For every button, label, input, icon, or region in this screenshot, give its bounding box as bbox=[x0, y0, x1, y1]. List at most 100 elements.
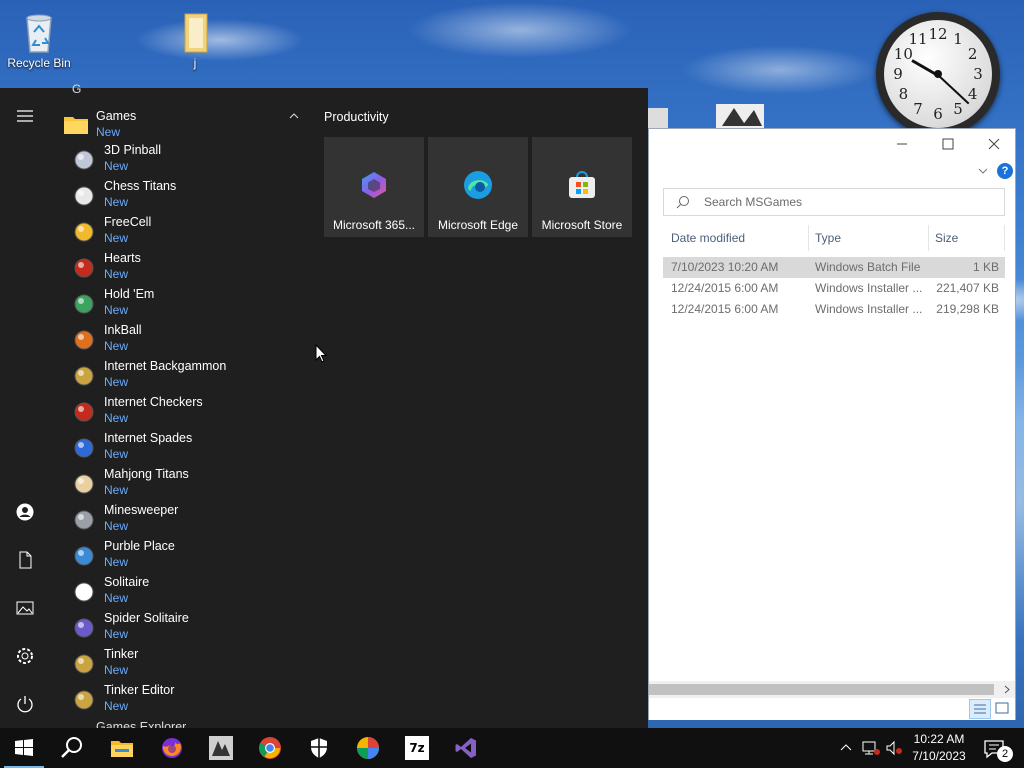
help-icon[interactable]: ? bbox=[997, 163, 1013, 179]
letter-header[interactable]: G bbox=[72, 82, 81, 96]
search-placeholder: Search MSGames bbox=[704, 195, 803, 209]
scroll-right-icon[interactable] bbox=[1003, 684, 1011, 695]
file-explorer-window[interactable]: ? Search MSGames Date modified Type Size… bbox=[648, 128, 1016, 720]
tinker-taskbar-button[interactable] bbox=[197, 728, 245, 768]
volume-muted-icon[interactable] bbox=[885, 740, 903, 759]
app-icon bbox=[72, 580, 96, 604]
table-row[interactable]: 12/24/2015 6:00 AM Windows Installer ...… bbox=[663, 299, 1005, 320]
column-type[interactable]: Type bbox=[809, 225, 929, 251]
app-name: Tinker bbox=[104, 647, 139, 661]
background-window-edge bbox=[648, 108, 668, 128]
app-icon bbox=[72, 220, 96, 244]
app-item[interactable]: Internet Spades New bbox=[56, 430, 306, 466]
app-name: Hearts bbox=[104, 251, 141, 265]
start-menu[interactable]: G Games New 3D Pinball New Chess Titans New… bbox=[0, 82, 648, 728]
edge-icon bbox=[464, 171, 492, 199]
app-item[interactable]: Mahjong Titans New bbox=[56, 466, 306, 502]
app-item[interactable]: Tinker Editor New bbox=[56, 682, 306, 718]
table-row[interactable]: 12/24/2015 6:00 AM Windows Installer ...… bbox=[663, 278, 1005, 299]
details-view-icon[interactable] bbox=[969, 699, 991, 719]
new-badge: New bbox=[96, 125, 121, 139]
games-taskbar-button[interactable] bbox=[344, 728, 392, 768]
new-badge: New bbox=[104, 447, 129, 461]
action-center-button[interactable]: 2 bbox=[980, 736, 1016, 762]
column-size[interactable]: Size bbox=[929, 225, 1005, 251]
app-item[interactable]: Tinker New bbox=[56, 646, 306, 682]
app-item[interactable]: Internet Checkers New bbox=[56, 394, 306, 430]
app-name: Tinker Editor bbox=[104, 683, 175, 697]
app-name: 3D Pinball bbox=[104, 143, 161, 157]
mouse-cursor-icon bbox=[315, 344, 327, 363]
horizontal-scrollbar[interactable] bbox=[649, 681, 1015, 698]
firefox-icon bbox=[162, 738, 182, 758]
app-item[interactable]: Solitaire New bbox=[56, 574, 306, 610]
search-input[interactable]: Search MSGames bbox=[663, 188, 1005, 216]
windows-security-taskbar-button[interactable] bbox=[295, 728, 343, 768]
chevron-up-icon[interactable] bbox=[288, 112, 300, 120]
documents-button[interactable] bbox=[0, 538, 50, 582]
settings-button[interactable] bbox=[0, 634, 50, 678]
tile-microsoft-store[interactable]: Microsoft Store bbox=[532, 137, 632, 237]
app-item[interactable]: Hearts New bbox=[56, 250, 306, 286]
app-item[interactable]: FreeCell New bbox=[56, 214, 306, 250]
partial-list-item[interactable]: Games Explorer bbox=[96, 720, 186, 728]
app-name: Mahjong Titans bbox=[104, 467, 189, 481]
visual-studio-taskbar-button[interactable] bbox=[442, 728, 490, 768]
start-button[interactable] bbox=[0, 728, 48, 768]
large-icons-view-icon[interactable] bbox=[993, 700, 1011, 716]
close-button[interactable] bbox=[971, 129, 1017, 159]
desktop-icon-j-folder[interactable]: j bbox=[160, 10, 230, 70]
network-icon[interactable] bbox=[862, 740, 880, 759]
app-item[interactable]: Chess Titans New bbox=[56, 178, 306, 214]
account-button[interactable] bbox=[0, 490, 50, 534]
clock-gadget[interactable]: 12 1 2 3 4 5 6 7 8 9 10 11 bbox=[876, 12, 1000, 136]
expand-menu-button[interactable] bbox=[0, 94, 50, 138]
desktop-icon-recycle-bin[interactable]: Recycle Bin bbox=[4, 10, 74, 70]
app-icon bbox=[72, 256, 96, 280]
app-item[interactable]: Purble Place New bbox=[56, 538, 306, 574]
new-badge: New bbox=[104, 303, 129, 317]
clock-date[interactable]: 7/10/2023 bbox=[906, 749, 972, 763]
tile-group-title[interactable]: Productivity bbox=[324, 110, 389, 124]
power-button[interactable] bbox=[0, 682, 50, 726]
7zip-taskbar-button[interactable]: 7z bbox=[393, 728, 441, 768]
table-row[interactable]: 7/10/2023 10:20 AM Windows Batch File 1 … bbox=[663, 257, 1005, 278]
search-button[interactable] bbox=[48, 728, 96, 768]
pictures-icon bbox=[16, 601, 34, 615]
user-icon bbox=[16, 503, 34, 521]
clock-numeral: 12 bbox=[928, 25, 948, 43]
firefox-taskbar-button[interactable] bbox=[148, 728, 196, 768]
app-icon bbox=[72, 472, 96, 496]
app-name: Internet Checkers bbox=[104, 395, 203, 409]
column-date-modified[interactable]: Date modified bbox=[665, 225, 809, 251]
clock-time[interactable]: 10:22 AM bbox=[906, 732, 972, 746]
tile-microsoft-edge[interactable]: Microsoft Edge bbox=[428, 137, 528, 237]
games-explorer-icon bbox=[357, 737, 379, 759]
folder-icon bbox=[175, 10, 215, 54]
app-item[interactable]: 3D Pinball New bbox=[56, 142, 306, 178]
tile-label: Microsoft Store bbox=[541, 218, 623, 232]
maximize-button[interactable] bbox=[925, 129, 971, 159]
app-item[interactable]: Internet Backgammon New bbox=[56, 358, 306, 394]
app-item[interactable]: InkBall New bbox=[56, 322, 306, 358]
title-bar[interactable] bbox=[649, 129, 1015, 159]
app-icon bbox=[72, 652, 96, 676]
chrome-taskbar-button[interactable] bbox=[246, 728, 294, 768]
app-item[interactable]: Hold 'Em New bbox=[56, 286, 306, 322]
minimize-button[interactable] bbox=[879, 129, 925, 159]
folder-label: Games bbox=[96, 109, 137, 123]
app-item[interactable]: Spider Solitaire New bbox=[56, 610, 306, 646]
clock-numeral: 9 bbox=[893, 65, 903, 83]
chevron-down-icon[interactable] bbox=[977, 165, 989, 179]
games-folder[interactable]: Games New bbox=[56, 106, 306, 142]
cell-date: 12/24/2015 6:00 AM bbox=[671, 281, 779, 295]
app-item[interactable]: Minesweeper New bbox=[56, 502, 306, 538]
scrollbar-thumb[interactable] bbox=[649, 684, 994, 695]
pictures-button[interactable] bbox=[0, 586, 50, 630]
app-name: Purble Place bbox=[104, 539, 175, 553]
tile-microsoft-365[interactable]: Microsoft 365... bbox=[324, 137, 424, 237]
document-icon bbox=[19, 551, 32, 569]
show-hidden-icons-button[interactable] bbox=[838, 740, 854, 759]
file-explorer-taskbar-button[interactable] bbox=[98, 728, 146, 768]
new-badge: New bbox=[104, 519, 129, 533]
